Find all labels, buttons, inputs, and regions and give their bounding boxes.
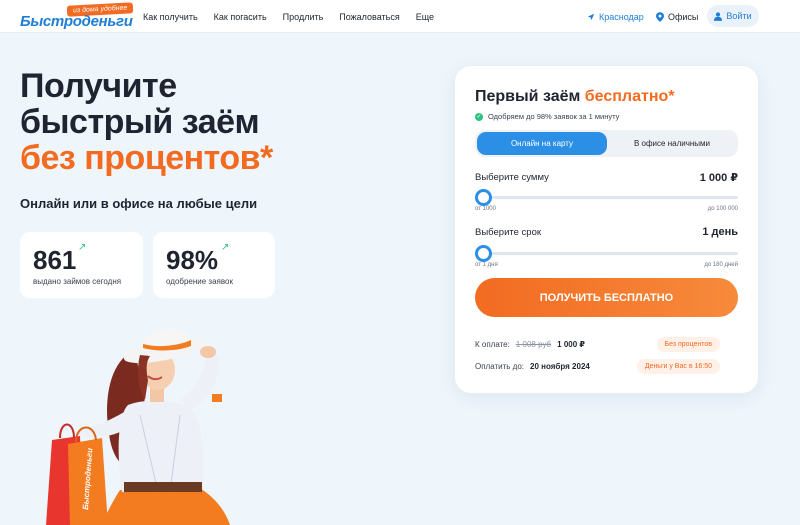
nav-complain[interactable]: Пожаловаться — [339, 12, 399, 22]
get-loan-button[interactable]: ПОЛУЧИТЬ БЕСПЛАТНО — [475, 278, 738, 317]
amount-label: Выберите сумму — [475, 172, 549, 183]
term-slider-handle[interactable] — [474, 245, 492, 262]
hero-title: Получите быстрый заём без процентов* — [20, 68, 320, 176]
loan-calculator-card: Первый заём бесплатно* ✓ Одобряем до 98%… — [455, 66, 758, 393]
city-selector[interactable]: Краснодар — [587, 0, 644, 33]
logo-text: Быстроденьги — [20, 13, 133, 30]
term-min: от 1 дня — [475, 262, 498, 268]
due-date: 20 ноября 2024 — [530, 362, 590, 371]
amount-min: от 1000 — [475, 206, 496, 212]
stat-value: 98% — [166, 245, 219, 275]
old-price: 1 008 руб — [515, 340, 552, 349]
hero-woman-illustration: Быстроденьги — [46, 328, 230, 525]
card-title-text: Первый заём — [475, 88, 581, 105]
nav-how-to-get[interactable]: Как получить — [143, 12, 198, 22]
stat-label: выдано займов сегодня — [33, 277, 122, 286]
trend-up-icon: ↗ — [221, 242, 230, 253]
check-circle-icon: ✓ — [475, 112, 483, 121]
tab-online-card[interactable]: Онлайн на карту — [477, 132, 607, 155]
stat-label: одобрение заявок — [166, 277, 233, 286]
hero-title-line1: Получите — [20, 67, 177, 105]
map-pin-icon — [656, 11, 664, 22]
trend-up-icon: ↗ — [78, 242, 87, 253]
stat-loans-today: 861 ↗ выдано займов сегодня — [20, 232, 143, 298]
money-time-badge: Деньги у Вас в 16:50 — [636, 359, 720, 374]
pay-label: К оплате: — [475, 340, 510, 349]
new-price: 1 000 ₽ — [557, 340, 585, 349]
term-label: Выберите срок — [475, 227, 542, 238]
login-button[interactable]: Войти — [707, 5, 759, 27]
term-value: 1 день — [702, 226, 738, 238]
nav-more[interactable]: Еще — [416, 12, 434, 22]
no-interest-badge: Без процентов — [656, 337, 720, 352]
hero-title-line2: быстрый заём — [20, 103, 260, 141]
offices-label: Офисы — [668, 11, 699, 22]
stat-approval-rate: 98% ↗ одобрение заявок — [153, 232, 275, 298]
logo[interactable]: из дома удобнее Быстроденьги — [20, 2, 134, 30]
amount-slider-track[interactable] — [475, 196, 738, 199]
term-max: до 180 дней — [704, 262, 738, 268]
offices-link[interactable]: Офисы — [656, 0, 698, 33]
nav-how-to-repay[interactable]: Как погасить — [214, 12, 267, 22]
tab-office-cash[interactable]: В офисе наличными — [608, 132, 736, 155]
hero-subtitle: Онлайн или в офисе на любые цели — [20, 196, 258, 211]
card-title: Первый заём бесплатно* — [475, 88, 674, 106]
due-date-row: Оплатить до: 20 ноября 2024 — [475, 362, 590, 371]
amount-slider-handle[interactable] — [474, 189, 492, 206]
nav-extend[interactable]: Продлить — [283, 12, 324, 22]
user-icon — [714, 11, 723, 21]
due-label: Оплатить до: — [475, 362, 525, 371]
receive-method-tabs: Онлайн на карту В офисе наличными — [475, 130, 738, 157]
hero-title-accent: без процентов* — [20, 139, 273, 177]
amount-max: до 100 000 — [707, 206, 738, 212]
main-nav: Как получить Как погасить Продлить Пожал… — [143, 0, 434, 33]
approval-note: ✓ Одобряем до 98% заявок за 1 минуту — [475, 112, 619, 121]
payment-row: К оплате: 1 008 руб 1 000 ₽ — [475, 340, 585, 349]
login-label: Войти — [726, 11, 752, 21]
site-header: из дома удобнее Быстроденьги Как получит… — [0, 0, 800, 33]
city-name: Краснодар — [599, 11, 644, 22]
term-slider-track[interactable] — [475, 252, 738, 255]
amount-value: 1 000 ₽ — [699, 172, 738, 184]
stat-value: 861 — [33, 245, 77, 275]
approval-text: Одобряем до 98% заявок за 1 минуту — [488, 112, 620, 121]
card-title-accent: бесплатно* — [584, 88, 675, 105]
location-arrow-icon — [587, 13, 595, 20]
